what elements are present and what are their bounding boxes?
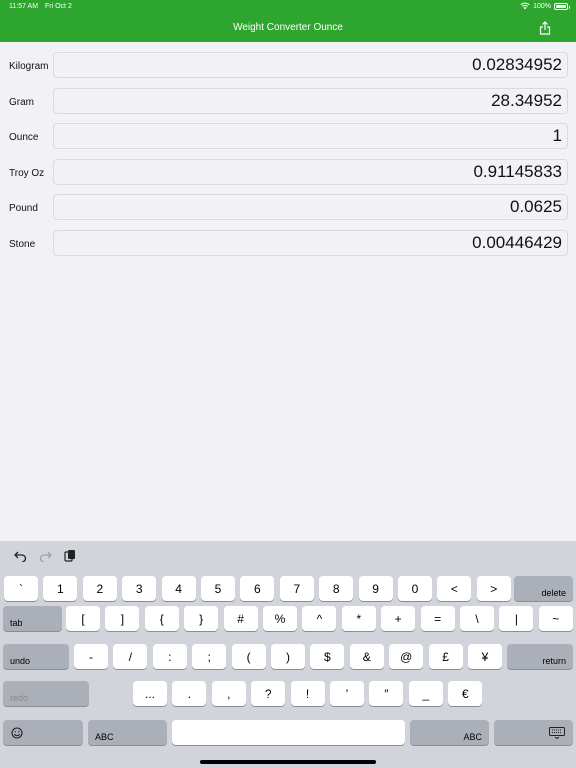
keyboard-dismiss-icon: [549, 726, 565, 739]
key-row4-3[interactable]: ?: [251, 681, 286, 706]
key-row4-6[interactable]: ″: [369, 681, 404, 706]
key-row1-1[interactable]: 1: [43, 576, 78, 601]
key-row4-2[interactable]: ,: [211, 681, 246, 706]
return-key[interactable]: return: [507, 644, 573, 669]
key-row4-8[interactable]: €: [448, 681, 483, 706]
page-title: Weight Converter Ounce: [233, 22, 343, 33]
battery-percent: 100%: [533, 2, 551, 10]
row-troy-oz: Troy Oz 0.91145833: [0, 158, 576, 195]
key-row1-12[interactable]: >: [476, 576, 511, 601]
key-row3-6[interactable]: $: [310, 644, 345, 669]
key-row3-7[interactable]: &: [349, 644, 384, 669]
key-row1-8[interactable]: 8: [319, 576, 354, 601]
key-row3-9[interactable]: £: [428, 644, 463, 669]
share-icon: [539, 21, 551, 35]
undo-toolbar-button[interactable]: [13, 549, 27, 563]
key-row4-7[interactable]: _: [408, 681, 443, 706]
on-screen-keyboard: ` 1 2 3 4 5 6 7 8 9 0 < > delete tab []{} #% ^ * + = \ | ~ u…: [0, 541, 576, 768]
row-kilogram: Kilogram 0.02834952: [0, 52, 576, 88]
key-row2-10[interactable]: \: [460, 606, 494, 631]
key-row2-1[interactable]: ]: [105, 606, 140, 631]
key-row2-9[interactable]: =: [420, 606, 455, 631]
undo-key[interactable]: undo: [3, 644, 69, 669]
key-row2-3[interactable]: }: [184, 606, 219, 631]
key-row1-9[interactable]: 9: [358, 576, 393, 601]
key-row2-8[interactable]: +: [381, 606, 416, 631]
battery-icon: [554, 2, 570, 10]
emoji-key[interactable]: [3, 720, 83, 745]
key-row2-7[interactable]: *: [341, 606, 376, 631]
key-row1-11[interactable]: <: [437, 576, 472, 601]
row-label: Stone: [9, 238, 36, 250]
key-row3-0[interactable]: -: [74, 644, 108, 669]
redo-arrow-icon: [39, 551, 52, 562]
space-bar[interactable]: [172, 720, 405, 745]
key-row1-5[interactable]: 5: [201, 576, 235, 601]
emoji-icon: [11, 726, 23, 739]
row-pound: Pound 0.0625: [0, 194, 576, 230]
key-row3-8[interactable]: @: [389, 644, 424, 669]
ounce-field[interactable]: 1: [53, 123, 568, 150]
key-row2-6[interactable]: ^: [302, 606, 337, 631]
key-row2-0[interactable]: [: [66, 606, 100, 631]
key-row1-7[interactable]: 7: [279, 576, 314, 601]
abc-key-left[interactable]: ABC: [88, 720, 167, 745]
clipboard-icon: [64, 550, 75, 562]
key-row4-0[interactable]: ...: [133, 681, 167, 706]
key-row4-4[interactable]: !: [290, 681, 325, 706]
stone-field[interactable]: 0.00446429: [53, 229, 568, 256]
key-row3-2[interactable]: :: [152, 644, 187, 669]
dismiss-keyboard-key[interactable]: [494, 720, 573, 745]
key-row2-2[interactable]: {: [144, 606, 179, 631]
key-row1-6[interactable]: 6: [240, 576, 275, 601]
key-row2-4[interactable]: #: [223, 606, 258, 631]
key-row1-2[interactable]: 2: [82, 576, 117, 601]
status-right: 100%: [520, 2, 570, 10]
key-row3-10[interactable]: ¥: [468, 644, 502, 669]
key-row1-3[interactable]: 3: [122, 576, 157, 601]
status-bar: 11:57 AM Fri Oct 2 100%: [0, 0, 576, 14]
status-date: Fri Oct 2: [45, 3, 72, 10]
undo-arrow-icon: [13, 551, 26, 562]
navigation-bar: Weight Converter Ounce: [0, 14, 576, 42]
row-label: Gram: [9, 96, 34, 108]
share-button[interactable]: [538, 20, 552, 36]
redo-key[interactable]: redo: [3, 681, 89, 706]
status-time: 11:57 AM: [9, 3, 39, 10]
row-ounce: Ounce 1: [0, 123, 576, 159]
key-row4-1[interactable]: .: [172, 681, 207, 706]
paste-toolbar-button[interactable]: [63, 549, 77, 563]
pound-field[interactable]: 0.0625: [53, 194, 568, 221]
troy-oz-field[interactable]: 0.91145833: [53, 158, 568, 185]
key-row1-4[interactable]: 4: [161, 576, 196, 601]
home-indicator: [200, 760, 376, 764]
gram-field[interactable]: 28.34952: [53, 87, 568, 114]
wifi-icon: [520, 2, 530, 10]
key-row1-0[interactable]: `: [4, 576, 38, 601]
delete-key[interactable]: delete: [514, 576, 573, 601]
row-label: Kilogram: [9, 61, 49, 72]
row-stone: Stone 0.00446429: [0, 229, 576, 266]
row-gram: Gram 28.34952: [0, 87, 576, 124]
kilogram-field[interactable]: 0.02834952: [53, 52, 568, 78]
key-row2-11[interactable]: |: [499, 606, 534, 631]
row-label: Pound: [9, 203, 38, 215]
key-row2-5[interactable]: %: [263, 606, 297, 631]
key-row3-5[interactable]: ): [271, 644, 305, 669]
key-row1-10[interactable]: 0: [398, 576, 432, 601]
conversion-list: Kilogram 0.02834952 Gram 28.34952 Ounce …: [0, 52, 576, 266]
tab-key[interactable]: tab: [3, 606, 62, 631]
redo-toolbar-button[interactable]: [38, 549, 52, 563]
key-row4-5[interactable]: ’: [330, 681, 364, 706]
key-row2-12[interactable]: ~: [538, 606, 573, 631]
row-label: Troy Oz: [9, 167, 45, 179]
key-row3-4[interactable]: (: [231, 644, 266, 669]
key-row3-3[interactable]: ;: [192, 644, 227, 669]
keyboard-toolbar: [0, 541, 576, 571]
abc-key-right[interactable]: ABC: [410, 720, 489, 745]
key-row3-1[interactable]: /: [113, 644, 148, 669]
row-label: Ounce: [9, 132, 39, 144]
